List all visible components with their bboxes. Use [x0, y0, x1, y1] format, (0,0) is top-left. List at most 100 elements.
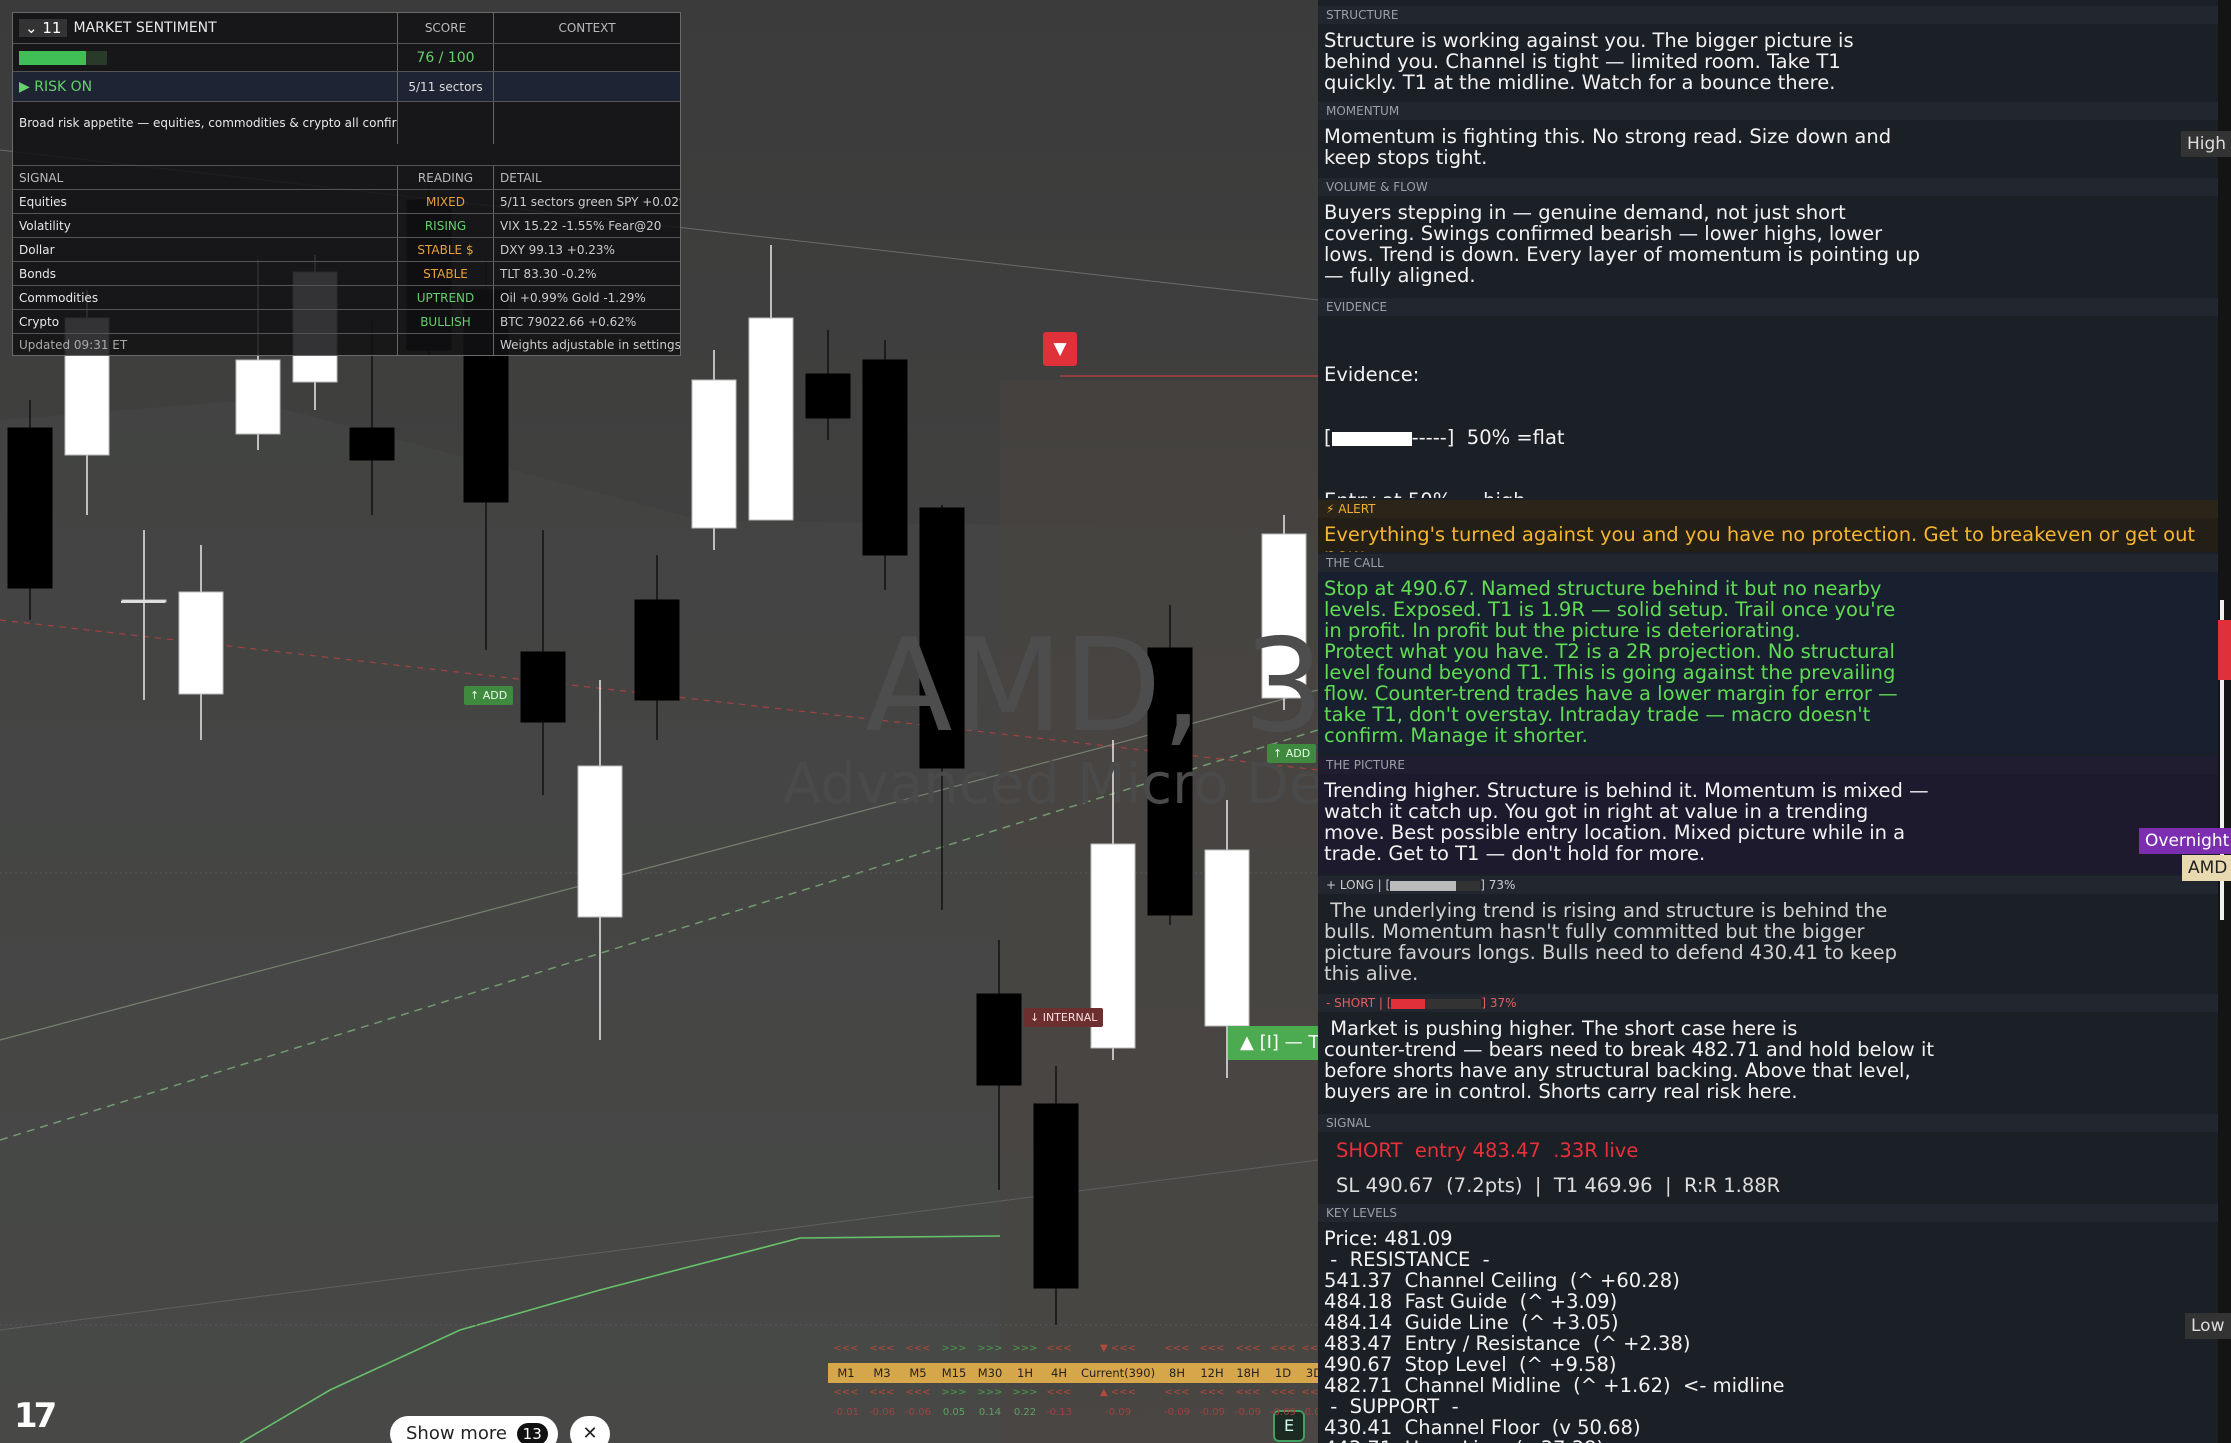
timeframe-m3[interactable]: M3 — [864, 1363, 900, 1383]
tf-value: -0.09 — [1105, 1407, 1131, 1418]
market-sentiment-table: ⌄ 11 MARKET SENTIMENT SCORE CONTEXT 76 /… — [12, 12, 681, 356]
close-icon[interactable]: ✕ — [570, 1416, 610, 1443]
evidence-section: EVIDENCE Evidence: [-----] 50% =flat Ent… — [1318, 298, 2218, 498]
alert-text: Everything's turned against you and you … — [1324, 523, 2196, 552]
tf-value: -0.01 — [833, 1407, 859, 1418]
collapse-toggle[interactable]: ⌄ 11 — [19, 19, 68, 37]
risk-on-label: ▶ RISK ON — [13, 72, 398, 102]
candle-body[interactable] — [349, 427, 395, 461]
signal-reading: BULLISH — [398, 310, 494, 334]
long-case-text: The underlying trend is rising and struc… — [1324, 899, 1897, 985]
signal-row: Volatility RISING VIX 15.22 -1.55% Fear@20 — [13, 213, 680, 238]
timeframe-8h[interactable]: 8H — [1160, 1363, 1194, 1383]
tf-arrow-bottom: >>> — [977, 1387, 1003, 1398]
sentiment-score-fill — [19, 51, 86, 65]
timeframe-strip: <<< M1 <<< -0.01 <<< M3 <<< -0.06 <<< M5 <<< -0.06 >… — [828, 1343, 1318, 1431]
tf-arrow-bottom: <<< — [869, 1387, 895, 1398]
low-tag: Low — [2185, 1313, 2231, 1339]
timeframe-3d[interactable]: 3D — [1300, 1363, 1318, 1383]
key-levels-label: KEY LEVELS — [1318, 1204, 2218, 1222]
the-picture-label: THE PICTURE — [1318, 756, 2218, 774]
tf-arrow-top: <<< — [1046, 1343, 1072, 1354]
timeframe-m5[interactable]: M5 — [900, 1363, 936, 1383]
structure-section: STRUCTURE Structure is working against y… — [1318, 6, 2218, 100]
volume-flow-text: Buyers stepping in — genuine demand, not… — [1324, 201, 1921, 287]
tf-arrow-top: <<< — [905, 1343, 931, 1354]
tf-arrow-top: >>> — [941, 1343, 967, 1354]
signal-reading: STABLE — [398, 262, 494, 286]
timeframe-m30[interactable]: M30 — [972, 1363, 1008, 1383]
price-axis[interactable] — [2218, 0, 2231, 1443]
tf-arrow-top: >>> — [1012, 1343, 1038, 1354]
candle-body[interactable] — [577, 765, 623, 918]
sentiment-summary: Broad risk appetite — equities, commodit… — [13, 102, 398, 144]
internal-marker[interactable]: ↓ INTERNAL — [1024, 1008, 1104, 1027]
tf-arrow-bottom: <<< — [1270, 1387, 1296, 1398]
tf-value: -0.09 — [1164, 1407, 1190, 1418]
candle-body[interactable] — [1204, 849, 1250, 1027]
signal-detail: Oil +0.99% Gold -1.29% — [500, 291, 646, 305]
t1-target-tag[interactable]: ▲ [I] — T1 — [1228, 1026, 1318, 1060]
candle-body[interactable] — [1033, 1103, 1079, 1289]
signal-name: Volatility — [13, 214, 398, 238]
timeframe-current390[interactable]: Current(390) — [1076, 1363, 1160, 1383]
signal-detail: TLT 83.30 -0.2% — [500, 267, 597, 281]
add-marker-1[interactable]: ↑ ADD — [464, 686, 514, 705]
candle-body[interactable] — [520, 651, 566, 723]
tf-value: 0.05 — [942, 1407, 966, 1418]
signal-line-2: SL 490.67 (7.2pts) | T1 469.96 | R:R 1.8… — [1336, 1174, 1781, 1197]
volume-flow-label: VOLUME & FLOW — [1318, 178, 2218, 196]
timeframe-1d[interactable]: 1D — [1266, 1363, 1300, 1383]
reading-header: READING — [398, 166, 494, 190]
the-picture-section: THE PICTURE Trending higher. Structure i… — [1318, 756, 2218, 874]
candle-body[interactable] — [748, 317, 794, 521]
candle-body[interactable] — [235, 359, 281, 435]
signal-row: Commodities UPTREND Oil +0.99% Gold -1.29% — [13, 285, 680, 310]
short-bar — [1391, 998, 1482, 1009]
long-label: + LONG — [1326, 878, 1374, 892]
signal-name: Equities — [13, 190, 398, 214]
tf-arrow-bottom: >>> — [941, 1387, 967, 1398]
candle-body[interactable] — [862, 359, 908, 556]
candle-body[interactable] — [634, 599, 680, 701]
tradingview-logo[interactable]: 17 — [14, 1396, 57, 1436]
candle-body[interactable] — [178, 591, 224, 695]
analysis-panel: STRUCTURE Structure is working against y… — [1318, 0, 2218, 1443]
long-bar-fill — [1390, 880, 1456, 891]
tf-arrow-bottom: <<< — [833, 1387, 859, 1398]
timeframe-4h[interactable]: 4H — [1042, 1363, 1076, 1383]
sentiment-title: MARKET SENTIMENT — [73, 20, 217, 36]
timeframe-m1[interactable]: M1 — [828, 1363, 864, 1383]
tf-arrow-top: <<< — [1164, 1343, 1190, 1354]
timeframe-12h[interactable]: 12H — [1194, 1363, 1230, 1383]
tf-arrow-top: <<< — [1235, 1343, 1261, 1354]
signal-label: SIGNAL — [1318, 1114, 2218, 1132]
timeframe-1h[interactable]: 1H — [1008, 1363, 1042, 1383]
timeframe-m15[interactable]: M15 — [936, 1363, 972, 1383]
context-header: CONTEXT — [558, 21, 616, 35]
candle-body[interactable] — [691, 379, 737, 529]
tf-arrow-bottom: <<< — [905, 1387, 931, 1398]
tf-arrow-top: <<< — [1301, 1343, 1318, 1354]
signal-row: Equities MIXED 5/11 sectors green SPY +0.0… — [13, 189, 680, 214]
signal-row: Bonds STABLE TLT 83.30 -0.2% — [13, 261, 680, 286]
price-chart[interactable]: AMD, 390 Advanced Micro Devices ↑ ADD ↑ … — [0, 0, 1318, 1443]
long-case-section: + LONG | [] 73% The underlying trend is … — [1318, 876, 2218, 992]
add-marker-2[interactable]: ↑ ADD — [1267, 744, 1317, 763]
signal-name: Crypto — [13, 310, 398, 334]
short-entry-marker[interactable]: ▼ — [1043, 332, 1077, 366]
amd-price-tag: AMD — [2182, 855, 2231, 881]
candle-body[interactable] — [805, 373, 851, 419]
key-levels-section: KEY LEVELS Price: 481.09 - RESISTANCE - … — [1318, 1204, 2218, 1443]
tf-value: -0.06 — [869, 1407, 895, 1418]
timeframe-18h[interactable]: 18H — [1230, 1363, 1266, 1383]
the-call-text: Stop at 490.67. Named structure behind i… — [1324, 577, 1898, 747]
tf-arrow-bottom: <<< — [1235, 1387, 1261, 1398]
candle-body[interactable] — [7, 427, 53, 589]
show-more-button[interactable]: Show more 13 — [390, 1416, 558, 1443]
long-bar — [1390, 880, 1481, 891]
sentiment-score-bar — [19, 51, 107, 65]
volume-flow-section: VOLUME & FLOW Buyers stepping in — genui… — [1318, 178, 2218, 296]
momentum-section: MOMENTUM Momentum is fighting this. No s… — [1318, 102, 2218, 176]
candle-body[interactable] — [976, 993, 1022, 1086]
